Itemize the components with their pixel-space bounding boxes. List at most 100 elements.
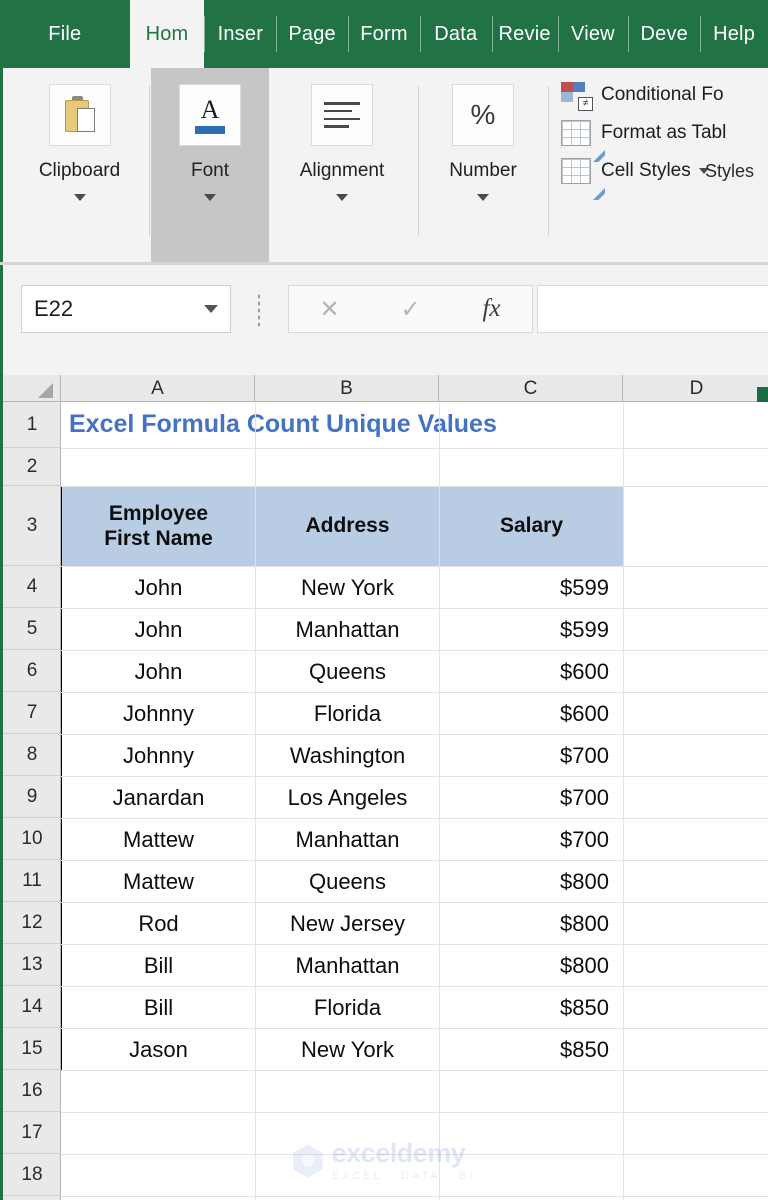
table-cell-address[interactable]: New Jersey [255,902,440,945]
tab-file[interactable]: File [0,0,130,68]
tab-help[interactable]: Help [700,0,768,68]
table-cell-salary[interactable]: $800 [439,860,624,903]
row-header-5[interactable]: 5 [3,608,61,650]
table-cell-address[interactable]: New York [255,1028,440,1071]
table-cell-salary[interactable]: $800 [439,944,624,987]
row-header-2[interactable]: 2 [3,448,61,486]
table-row[interactable]: John New York $599 [61,566,624,609]
table-cell-name[interactable]: Rod [61,902,256,945]
row-header-6[interactable]: 6 [3,650,61,692]
table-row[interactable]: Johnny Washington $700 [61,734,624,777]
row-header-9[interactable]: 9 [3,776,61,818]
table-cell-address[interactable]: Manhattan [255,944,440,987]
column-header-c[interactable]: C [439,375,623,402]
table-row[interactable]: Bill Florida $850 [61,986,624,1029]
row-header-8[interactable]: 8 [3,734,61,776]
cancel-icon[interactable]: ✕ [289,295,370,324]
row-header-11[interactable]: 11 [3,860,61,902]
cell-a1-title[interactable]: Excel Formula Count Unique Values [69,410,497,439]
table-cell-address[interactable]: Los Angeles [255,776,440,819]
row-header-10[interactable]: 10 [3,818,61,860]
table-cell-address[interactable]: Manhattan [255,818,440,861]
table-header-cell[interactable]: Employee First Name [61,486,256,567]
table-cell-name[interactable]: Bill [61,944,256,987]
column-header-a[interactable]: A [61,375,255,402]
confirm-icon[interactable]: ✓ [370,295,451,324]
table-cell-address[interactable]: Florida [255,692,440,735]
chevron-down-icon[interactable] [336,194,348,201]
tab-developer[interactable]: Deve [628,0,700,68]
percent-icon[interactable]: % [452,84,514,146]
table-cell-name[interactable]: Mattew [61,860,256,903]
table-cell-salary[interactable]: $599 [439,608,624,651]
chevron-down-icon[interactable] [477,194,489,201]
row-header-4[interactable]: 4 [3,566,61,608]
ribbon-group-clipboard[interactable]: Clipboard [11,68,148,264]
row-header-12[interactable]: 12 [3,902,61,944]
table-row[interactable]: Johnny Florida $600 [61,692,624,735]
row-header-16[interactable]: 16 [3,1070,61,1112]
clipboard-icon[interactable] [48,84,111,146]
table-row[interactable]: John Queens $600 [61,650,624,693]
table-cell-salary[interactable]: $700 [439,776,624,819]
table-cell-name[interactable]: John [61,566,256,609]
table-header-cell[interactable]: Salary [439,486,624,567]
formula-input[interactable] [537,285,768,333]
chevron-down-icon[interactable] [204,194,216,201]
table-row[interactable]: Jason New York $850 [61,1028,624,1071]
ribbon-group-alignment[interactable]: Alignment [271,68,413,264]
table-cell-name[interactable]: John [61,608,256,651]
tab-insert[interactable]: Inser [204,0,276,68]
table-header-cell[interactable]: Address [255,486,440,567]
table-cell-salary[interactable]: $599 [439,566,624,609]
table-cell-address[interactable]: Queens [255,860,440,903]
alignment-icon[interactable] [311,84,373,146]
chevron-down-icon[interactable] [73,194,86,201]
tab-home[interactable]: Hom [129,0,205,68]
font-icon[interactable]: A [179,84,241,146]
table-cell-name[interactable]: Johnny [61,734,256,777]
row-header-7[interactable]: 7 [3,692,61,734]
tab-data[interactable]: Data [419,0,492,68]
ribbon-group-number[interactable]: % Number [421,68,545,264]
select-all-corner[interactable] [3,375,61,402]
table-cell-name[interactable]: Johnny [61,692,256,735]
table-cell-salary[interactable]: $600 [439,692,624,735]
table-cell-name[interactable]: Bill [61,986,256,1029]
table-cell-salary[interactable]: $850 [439,1028,624,1071]
table-row[interactable]: Bill Manhattan $800 [61,944,624,987]
tab-formulas[interactable]: Form [348,0,420,68]
tab-review[interactable]: Revie [491,0,558,68]
table-cell-address[interactable]: Manhattan [255,608,440,651]
table-cell-name[interactable]: Jason [61,1028,256,1071]
row-header-3[interactable]: 3 [3,486,61,566]
row-header-13[interactable]: 13 [3,944,61,986]
table-cell-address[interactable]: Florida [255,986,440,1029]
table-row[interactable]: John Manhattan $599 [61,608,624,651]
row-header-1[interactable]: 1 [3,402,61,448]
table-row[interactable]: Janardan Los Angeles $700 [61,776,624,819]
column-header-b[interactable]: B [255,375,439,402]
table-row[interactable]: Mattew Queens $800 [61,860,624,903]
table-cell-name[interactable]: John [61,650,256,693]
table-cell-salary[interactable]: $700 [439,734,624,777]
format-as-table-button[interactable]: Format as Tabl [561,114,768,152]
insert-function-icon[interactable]: fx [451,295,532,323]
name-box[interactable]: E22 [21,285,231,333]
table-cell-salary[interactable]: $850 [439,986,624,1029]
table-cell-address[interactable]: New York [255,566,440,609]
chevron-down-icon[interactable] [204,305,218,313]
tab-view[interactable]: View [557,0,629,68]
table-row[interactable]: Rod New Jersey $800 [61,902,624,945]
table-cell-salary[interactable]: $700 [439,818,624,861]
table-cell-name[interactable]: Mattew [61,818,256,861]
table-cell-salary[interactable]: $600 [439,650,624,693]
row-header-14[interactable]: 14 [3,986,61,1028]
table-row[interactable]: Mattew Manhattan $700 [61,818,624,861]
column-header-d[interactable]: D [623,375,768,402]
row-header-15[interactable]: 15 [3,1028,61,1070]
table-cell-address[interactable]: Queens [255,650,440,693]
table-cell-salary[interactable]: $800 [439,902,624,945]
table-cell-name[interactable]: Janardan [61,776,256,819]
table-cell-address[interactable]: Washington [255,734,440,777]
